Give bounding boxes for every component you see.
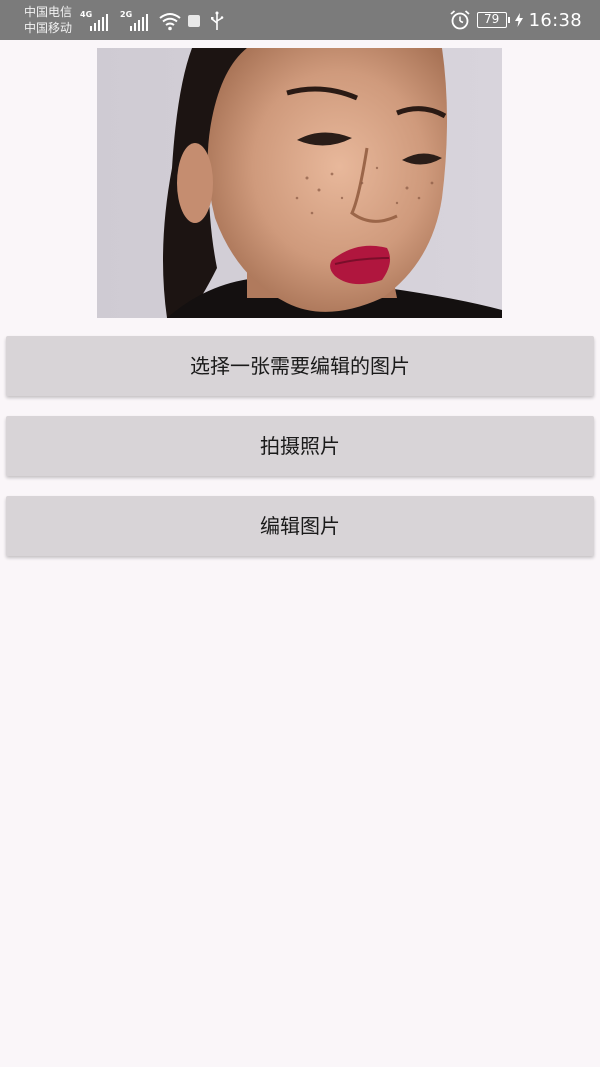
select-image-button[interactable]: 选择一张需要编辑的图片 xyxy=(6,336,594,396)
charging-icon xyxy=(514,13,523,27)
status-bar: 中国电信 中国移动 4G 2G 79 16:38 xyxy=(0,0,600,40)
notification-square-icon xyxy=(188,15,200,27)
preview-image xyxy=(97,48,502,318)
alarm-icon xyxy=(450,10,470,30)
battery-icon: 79 xyxy=(476,12,510,28)
battery-level: 79 xyxy=(483,12,500,26)
network-type-2: 2G xyxy=(120,10,133,19)
carrier-2: 中国移动 xyxy=(24,21,73,35)
usb-icon xyxy=(211,11,224,30)
clock-time: 16:38 xyxy=(528,9,582,31)
carrier-labels: 中国电信 中国移动 xyxy=(24,4,72,36)
wifi-icon xyxy=(159,13,181,31)
signal-icon: 2G xyxy=(120,10,148,31)
status-icons-left: 4G 2G xyxy=(80,9,224,31)
signal-icon: 4G xyxy=(80,10,108,31)
network-type-1: 4G xyxy=(80,10,93,19)
status-icons-right: 79 16:38 xyxy=(449,0,582,40)
take-photo-button[interactable]: 拍摄照片 xyxy=(6,416,594,476)
edit-image-button[interactable]: 编辑图片 xyxy=(6,496,594,556)
carrier-1: 中国电信 xyxy=(24,5,73,19)
